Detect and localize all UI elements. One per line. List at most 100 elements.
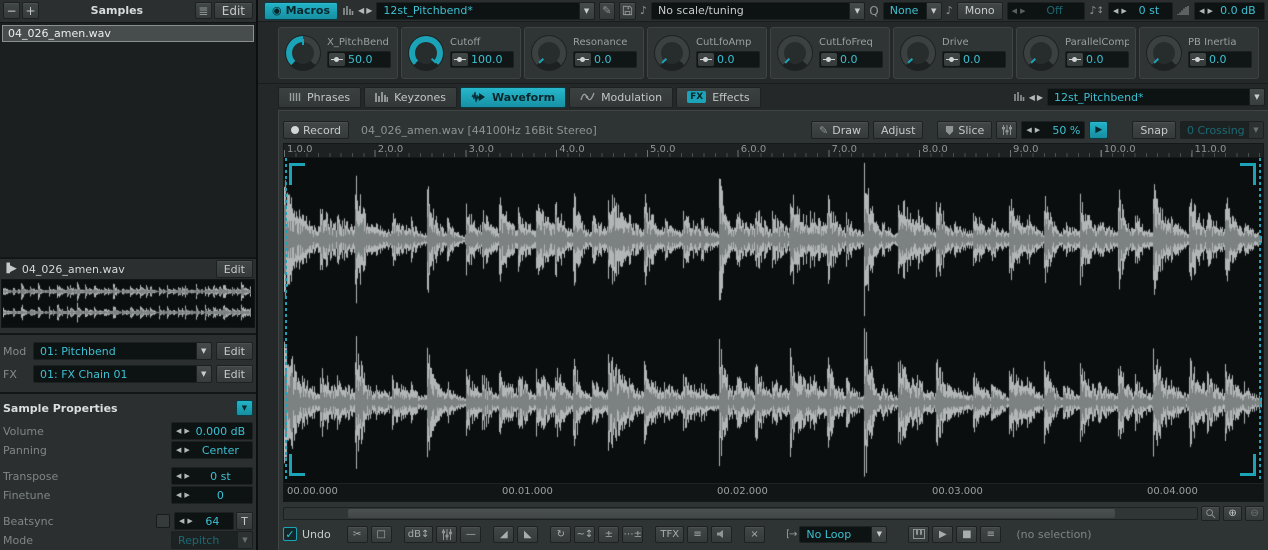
- arrow-right-icon[interactable]: ▶: [1207, 7, 1212, 15]
- scale-dropdown[interactable]: No scale/tuning ▼: [651, 2, 865, 20]
- arrow-left-icon[interactable]: ◀: [1026, 126, 1031, 134]
- preset-dropdown[interactable]: 12st_Pitchbend* ▼: [376, 2, 594, 20]
- render-button[interactable]: [711, 526, 732, 543]
- chevron-down-icon[interactable]: ▼: [196, 366, 211, 382]
- arrow-left-icon[interactable]: ◀: [1199, 7, 1204, 15]
- knob-value-box[interactable]: 0.0: [1065, 51, 1129, 68]
- knob-dial[interactable]: [285, 35, 321, 71]
- track-fx-button[interactable]: TFX: [655, 526, 684, 543]
- macros-toggle-button[interactable]: ◉ Macros: [264, 2, 338, 20]
- macro-knob-cutlfoamp[interactable]: CutLfoAmp0.0: [647, 27, 767, 79]
- zoom-selection-button[interactable]: [1201, 506, 1220, 521]
- mono-toggle-button[interactable]: Mono: [957, 2, 1003, 20]
- macro-mapping-icon[interactable]: [1067, 53, 1083, 66]
- knob-dial[interactable]: [654, 35, 690, 71]
- knob-dial[interactable]: [900, 35, 936, 71]
- finetune-spinbox[interactable]: ◀ ▶ 0: [171, 486, 253, 504]
- stop-button[interactable]: ■: [956, 526, 977, 543]
- play-sample-icon[interactable]: ▐▶: [3, 264, 17, 274]
- loop-mode-dropdown[interactable]: No Loop ▼: [799, 526, 887, 543]
- macro-mapping-icon[interactable]: [575, 53, 591, 66]
- mix-button[interactable]: [436, 526, 457, 543]
- zoom-out-button[interactable]: ⊖: [1245, 506, 1264, 521]
- waveform-display[interactable]: 00.00.00000.01.00000.02.00000.03.00000.0…: [283, 157, 1264, 502]
- beatsync-tap-button[interactable]: T: [236, 512, 253, 530]
- rename-preset-button[interactable]: ✎: [599, 2, 616, 20]
- resample-button[interactable]: ⋯±: [622, 526, 643, 543]
- volume-spinbox[interactable]: ◀ ▶ 0.000 dB: [171, 422, 253, 440]
- macro-mapping-icon[interactable]: [1190, 53, 1206, 66]
- tab-waveform[interactable]: Waveform: [460, 87, 566, 108]
- remove-sample-button[interactable]: −: [3, 2, 20, 19]
- knob-value-box[interactable]: 0.0: [573, 51, 637, 68]
- sample-preview-edit-button[interactable]: Edit: [216, 260, 253, 278]
- keyboard-button[interactable]: [908, 526, 929, 543]
- arrow-left-icon[interactable]: ◀: [176, 472, 181, 480]
- delete-button[interactable]: ×: [744, 526, 765, 543]
- chevron-down-icon[interactable]: ▼: [1249, 89, 1264, 105]
- selection-bracket-bottom-right[interactable]: [1240, 454, 1256, 476]
- knob-dial[interactable]: [408, 35, 444, 71]
- macro-knob-x_pitchbend[interactable]: X_PitchBend50.0: [278, 27, 398, 79]
- interpolate-button[interactable]: ~↕: [574, 526, 595, 543]
- insert-silence-button[interactable]: ±: [598, 526, 619, 543]
- knob-dial[interactable]: [1023, 35, 1059, 71]
- zoom-in-button[interactable]: ⊕: [1223, 506, 1242, 521]
- beatsync-checkbox[interactable]: [156, 514, 170, 528]
- sample-list-options-button[interactable]: ≣: [195, 2, 212, 19]
- chevron-down-icon[interactable]: ▼: [871, 527, 886, 542]
- slice-tool-button[interactable]: Slice: [937, 121, 992, 139]
- macro-knob-resonance[interactable]: Resonance0.0: [524, 27, 644, 79]
- arrow-right-icon[interactable]: ▶: [187, 517, 192, 525]
- slice-options-button[interactable]: [996, 121, 1017, 139]
- loop-start-marker[interactable]: [285, 158, 287, 482]
- slice-play-toggle-button[interactable]: ▶: [1089, 121, 1108, 139]
- quantize-dropdown[interactable]: None ▼: [883, 2, 942, 20]
- arrow-right-icon[interactable]: ▶: [1121, 7, 1126, 15]
- knob-dial[interactable]: [1146, 35, 1182, 71]
- chevron-down-icon[interactable]: ▼: [849, 3, 864, 19]
- adjust-tool-button[interactable]: Adjust: [873, 121, 923, 139]
- macro-knob-cutlfofreq[interactable]: CutLfoFreq0.0: [770, 27, 890, 79]
- arrow-right-icon[interactable]: ▶: [184, 472, 189, 480]
- arrow-left-icon[interactable]: ◀: [176, 446, 181, 454]
- fx-edit-button[interactable]: Edit: [216, 365, 253, 383]
- play-options-button[interactable]: ≡: [980, 526, 1001, 543]
- save-preset-button[interactable]: [619, 2, 636, 20]
- instrument-volume-spinbox[interactable]: ◀ ▶ 0.0 dB: [1194, 2, 1265, 20]
- arrow-right-icon[interactable]: ▶: [184, 446, 189, 454]
- beatsync-spinbox[interactable]: ◀ ▶ 64: [174, 512, 234, 530]
- knob-dial[interactable]: [531, 35, 567, 71]
- tab-effects[interactable]: FXEffects: [676, 87, 760, 108]
- chevron-down-icon[interactable]: ▼: [579, 3, 594, 19]
- macro-knob-pb-inertia[interactable]: PB Inertia0.0: [1139, 27, 1259, 79]
- chevron-down-icon[interactable]: ▼: [926, 3, 941, 19]
- add-sample-button[interactable]: +: [22, 2, 39, 19]
- transpose-spinbox[interactable]: ◀ ▶ 0 st: [171, 467, 253, 485]
- mod-chain-dropdown[interactable]: 01: Pitchbend ▼: [33, 342, 212, 360]
- macro-mapping-icon[interactable]: [452, 53, 468, 66]
- snap-button[interactable]: Snap: [1132, 121, 1176, 139]
- trim-button[interactable]: □: [371, 526, 392, 543]
- macro-mapping-icon[interactable]: [329, 53, 345, 66]
- knob-value-box[interactable]: 0.0: [942, 51, 1006, 68]
- arrow-right-icon[interactable]: ▶: [184, 491, 189, 499]
- panning-spinbox[interactable]: ◀ ▶ Center: [171, 441, 253, 459]
- macro-knob-parallelcomp[interactable]: ParallelComp0.0: [1016, 27, 1136, 79]
- dc-offset-button[interactable]: —: [460, 526, 481, 543]
- knob-value-box[interactable]: 0.0: [1188, 51, 1252, 68]
- slice-sensitivity-spinbox[interactable]: ◀ ▶ 50 %: [1021, 121, 1085, 139]
- knob-dial[interactable]: [777, 35, 813, 71]
- knob-value-box[interactable]: 0.0: [819, 51, 883, 68]
- arrow-left-icon[interactable]: ◀: [179, 517, 184, 525]
- tab-modulation[interactable]: Modulation: [569, 87, 673, 108]
- arrow-right-icon[interactable]: ▶: [1035, 126, 1040, 134]
- knob-value-box[interactable]: 0.0: [696, 51, 760, 68]
- knob-value-box[interactable]: 50.0: [327, 51, 391, 68]
- instrument-dropdown[interactable]: 12st_Pitchbend* ▼: [1047, 88, 1265, 106]
- beat-ruler[interactable]: 1.0.02.0.03.0.04.0.05.0.06.0.07.0.08.0.0…: [283, 143, 1264, 157]
- macro-mapping-icon[interactable]: [821, 53, 837, 66]
- selection-bracket-bottom-left[interactable]: [289, 454, 305, 476]
- arrow-left-icon[interactable]: ◀: [1113, 7, 1118, 15]
- chevron-down-icon[interactable]: ▼: [196, 343, 211, 359]
